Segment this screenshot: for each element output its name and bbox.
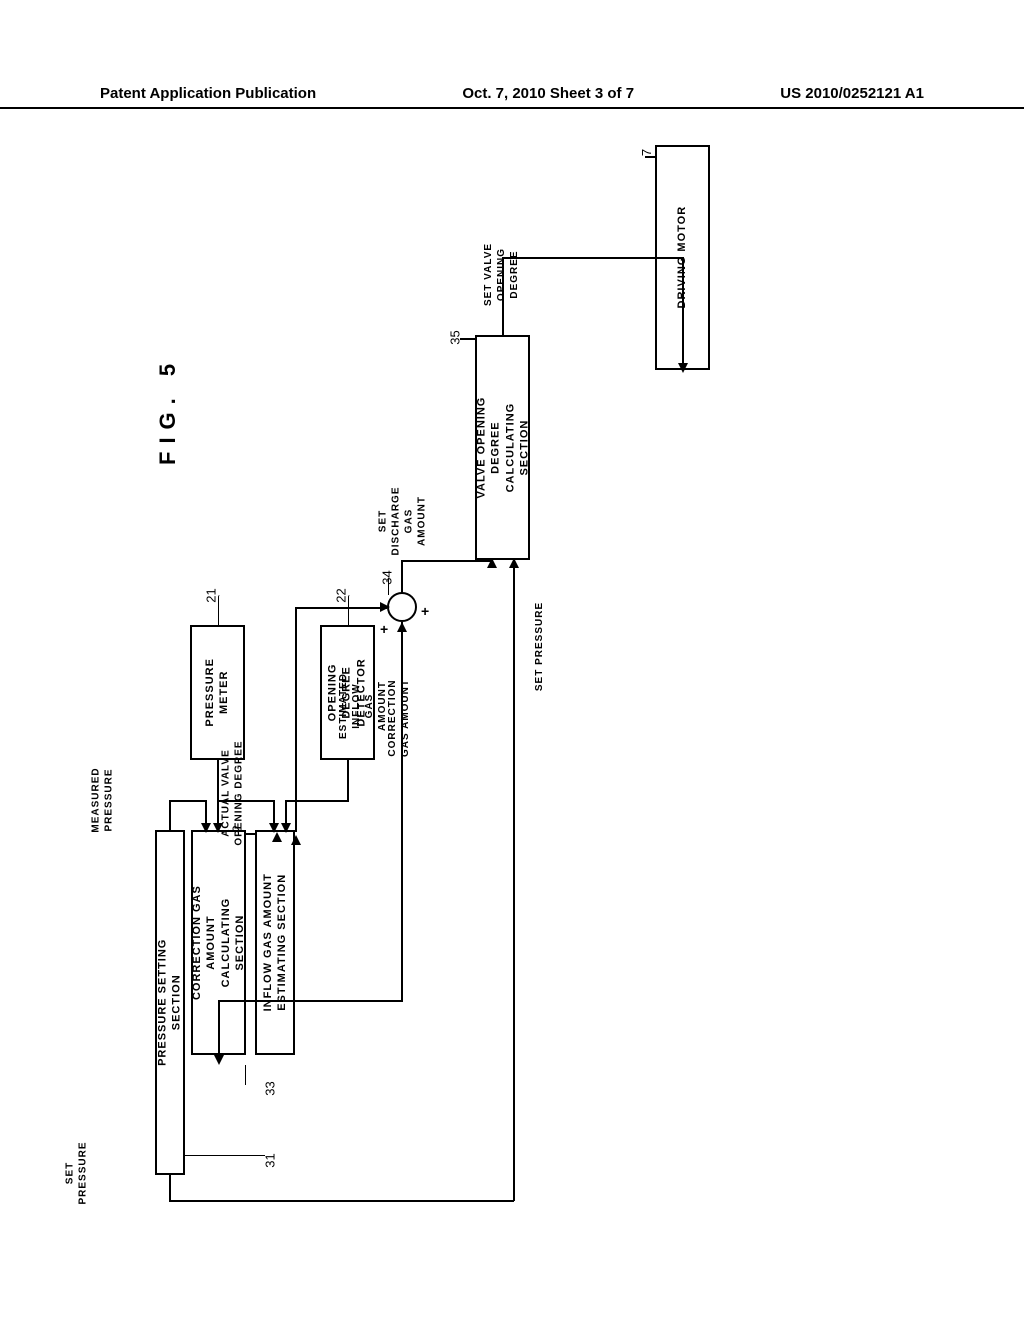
line-svo-h xyxy=(502,257,683,259)
line-sp-35-h1 xyxy=(169,1200,514,1202)
lead-7 xyxy=(645,156,655,158)
line-est-inflow-v xyxy=(295,607,297,832)
line-sp-35-v1 xyxy=(513,558,515,1201)
line-est-inflow-h xyxy=(295,607,387,609)
line-svo-v2 xyxy=(682,257,684,370)
arrow-sp-to-35 xyxy=(509,558,519,568)
arrow-svo-to-motor xyxy=(678,363,688,373)
line-sdga-v1 xyxy=(401,560,403,593)
ref-33: 33 xyxy=(263,1081,278,1095)
figure-label: FIG. 5 xyxy=(155,356,181,465)
arrow-actual-valve xyxy=(281,823,291,833)
arrow-sdga-to-35 xyxy=(487,558,497,568)
lead-21 xyxy=(218,595,220,625)
arrow-corr-from-33 xyxy=(214,1055,224,1065)
line-corr-gas-h xyxy=(218,1000,403,1002)
lead-31 xyxy=(185,1155,265,1157)
label-set-pressure-right: SET PRESSURE xyxy=(533,602,546,691)
lead-34 xyxy=(388,577,390,595)
plus-2: + xyxy=(421,603,429,619)
header-left: Patent Application Publication xyxy=(100,85,316,102)
label-set-valve-opening: SET VALVEOPENINGDEGREE xyxy=(482,243,521,306)
ref-21: 21 xyxy=(204,588,219,602)
line-sdga-h xyxy=(401,560,493,562)
diagram: FIG. 5 PRESSUREMETER 21 OPENINGDEGREEDET… xyxy=(125,145,875,1195)
lead-33 xyxy=(245,1065,247,1085)
arrow-est-inflow-to-sum xyxy=(380,602,390,612)
line-sp-35-v0 xyxy=(169,1175,171,1200)
line-actual-valve-v1 xyxy=(347,760,349,800)
lead-22 xyxy=(348,595,350,625)
box-inflow-gas-estimating: INFLOW GAS AMOUNTESTIMATING SECTION xyxy=(255,830,295,1055)
box-pressure-setting: PRESSURE SETTINGSECTION xyxy=(155,830,185,1175)
summing-junction xyxy=(387,592,417,622)
line-sp-to-33-v xyxy=(169,800,171,830)
page-header: Patent Application Publication Oct. 7, 2… xyxy=(0,85,1024,109)
line-est-inflow-start xyxy=(272,832,282,842)
label-actual-valve-opening: ACTUAL VALVEOPENING DEGREE xyxy=(220,740,246,845)
box-valve-opening-calc: VALVE OPENINGDEGREECALCULATINGSECTION xyxy=(475,335,530,560)
label-estimated-inflow: ESTIMATEDINFLOWGASAMOUNT xyxy=(337,673,389,739)
arrow-corr-to-sum xyxy=(397,622,407,632)
arrow-est-inflow-from-32 xyxy=(291,835,301,845)
label-measured-pressure: MEASUREDPRESSURE xyxy=(90,767,116,832)
arrow-sp-to-33 xyxy=(201,823,211,833)
label-set-discharge-gas: SETDISCHARGEGASAMOUNT xyxy=(377,486,429,555)
label-correction-gas: CORRECTIONGAS AMOUNT xyxy=(386,679,412,757)
label-set-pressure-left: SETPRESSURE xyxy=(64,1141,90,1204)
ref-22: 22 xyxy=(334,588,349,602)
lead-35 xyxy=(460,338,475,340)
line-measured-pressure-v xyxy=(217,760,219,830)
line-corr-gas-v2 xyxy=(218,1000,220,1060)
header-right: US 2010/0252121 A1 xyxy=(780,85,924,102)
plus-1: + xyxy=(380,621,388,637)
header-center: Oct. 7, 2010 Sheet 3 of 7 xyxy=(462,85,634,102)
line-sp-to-33-h xyxy=(169,800,207,802)
